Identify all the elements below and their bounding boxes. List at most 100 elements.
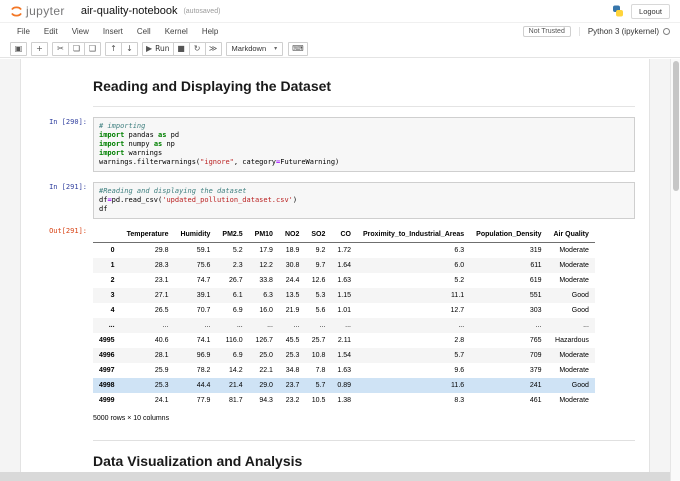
scrollbar-thumb[interactable] xyxy=(672,61,679,191)
row-index: 4996 xyxy=(99,352,115,359)
move-cell-down-icon: ↓ xyxy=(126,44,133,53)
table-cell: 26.7 xyxy=(229,277,243,284)
toolbar-groups: ▣ + ✂ ❏ ❑ ↑ ↓ ▶ Run ■ ↻ ≫ xyxy=(10,41,222,56)
table-cell: 17.9 xyxy=(259,247,273,254)
menu-items: File Edit View Insert Cell Kernel Help xyxy=(10,25,225,38)
cell-type-select[interactable]: Markdown ▾ xyxy=(225,41,284,56)
notebook-title[interactable]: air-quality-notebook xyxy=(81,5,178,17)
table-cell: Moderate xyxy=(559,262,589,269)
table-cell: 25.9 xyxy=(154,367,169,374)
table-cell: 23.1 xyxy=(154,277,169,284)
table-cell: 11.6 xyxy=(451,382,465,389)
table-row[interactable]: 4 26.5 70.7 6.9 16.0 21.9 5.6 1.01 12.7 303 Good xyxy=(93,303,595,318)
row-index: 1 xyxy=(110,262,115,269)
table-cell: 6.9 xyxy=(232,307,243,314)
stop-button[interactable]: ■ xyxy=(172,41,190,56)
command-palette-button[interactable]: ⌨ xyxy=(288,41,308,56)
table-cell: 6.0 xyxy=(454,262,465,269)
menu-help[interactable]: Help xyxy=(195,25,225,38)
table-cell: 12.6 xyxy=(311,277,326,284)
code-line: import pandas as pd xyxy=(99,131,180,139)
markdown-content: Reading and Displaying the Dataset xyxy=(93,72,635,107)
cut-cell-button[interactable]: ✂ xyxy=(52,41,69,56)
dataframe-table: Temperature Humidity PM2.5 PM10 NO2 SO2 CO Prox… xyxy=(93,227,595,408)
table-cell: 1.01 xyxy=(337,307,351,314)
table-cell: 1.72 xyxy=(337,247,351,254)
table-row[interactable]: 4996 28.1 96.9 6.9 25.0 25.3 10.8 1.54 5.7 709 Mod… xyxy=(93,348,595,363)
run-button[interactable]: ▶ Run xyxy=(142,41,174,56)
menu-kernel[interactable]: Kernel xyxy=(158,25,195,38)
menu-cell[interactable]: Cell xyxy=(130,25,158,38)
table-cell: 2.3 xyxy=(232,262,243,269)
copy-cell-button[interactable]: ❏ xyxy=(68,41,85,56)
table-cell: 5.6 xyxy=(315,307,326,314)
table-cell: 16.0 xyxy=(259,307,273,314)
table-cell: 24.4 xyxy=(285,277,300,284)
table-cell: 1.38 xyxy=(337,397,351,404)
chevron-down-icon: ▾ xyxy=(274,46,278,52)
move-cell-up-icon: ↑ xyxy=(110,44,117,53)
menu-edit[interactable]: Edit xyxy=(37,25,65,38)
cell-type-value: Markdown xyxy=(231,44,267,53)
trust-badge[interactable]: Not Trusted xyxy=(522,26,571,37)
table-cell: 29.0 xyxy=(259,382,273,389)
jupyter-logo[interactable]: jupyter xyxy=(10,4,65,18)
input-prompt-291: In [291]: xyxy=(49,183,87,191)
menu-view[interactable]: View xyxy=(65,25,96,38)
vertical-scrollbar[interactable] xyxy=(670,59,680,481)
paste-cell-button[interactable]: ❑ xyxy=(84,41,101,56)
table-cell: 1.15 xyxy=(337,292,351,299)
code-line: # importing xyxy=(99,122,146,130)
table-cell: 70.7 xyxy=(196,307,211,314)
toolbar-group: ✂ ❏ ❑ xyxy=(52,41,101,56)
move-cell-down-button[interactable]: ↓ xyxy=(121,41,138,56)
table-row[interactable]: 4999 24.1 77.9 81.7 94.3 23.2 10.5 1.38 8.3 461 Mo… xyxy=(93,393,595,408)
save-button[interactable]: ▣ xyxy=(10,41,27,56)
table-row[interactable]: 3 27.1 39.1 6.1 6.3 13.5 5.3 1.15 11.1 551 Good xyxy=(93,288,595,303)
restart-run-all-button[interactable]: ≫ xyxy=(204,41,222,56)
jupyter-notebook-app: jupyter air-quality-notebook (autosaved)… xyxy=(0,0,680,481)
jupyter-logo-text: jupyter xyxy=(26,4,65,18)
table-cell: ... xyxy=(267,322,273,329)
table-cell: 9.7 xyxy=(315,262,326,269)
add-cell-button[interactable]: + xyxy=(31,41,48,56)
table-row[interactable]: 2 23.1 74.7 26.7 33.8 24.4 12.6 1.63 5.2 619 Moder… xyxy=(93,273,595,288)
table-cell: 5.7 xyxy=(315,382,326,389)
table-row[interactable]: 4997 25.9 78.2 14.2 22.1 34.8 7.8 1.63 9.6 379 Mod… xyxy=(93,363,595,378)
table-row[interactable]: 0 29.8 59.1 5.2 17.9 18.9 9.2 1.72 6.3 319 Moderat… xyxy=(93,243,595,259)
menu-file[interactable]: File xyxy=(10,25,37,38)
table-row[interactable]: 1 28.3 75.6 2.3 12.2 30.8 9.7 1.64 6.0 611 Moderat… xyxy=(93,258,595,273)
restart-kernel-icon: ↻ xyxy=(193,44,201,53)
table-cell: 5.2 xyxy=(454,277,465,284)
table-cell: 5.3 xyxy=(315,292,326,299)
column-header: Temperature xyxy=(120,227,175,243)
column-header xyxy=(93,227,121,243)
table-cell: 116.0 xyxy=(225,337,243,344)
table-cell: 8.3 xyxy=(454,397,465,404)
table-row[interactable]: 4998 25.3 44.4 21.4 29.0 23.7 5.7 0.89 11.6 241 Go… xyxy=(93,378,595,393)
restart-kernel-button[interactable]: ↻ xyxy=(188,41,206,56)
code-cell-291[interactable]: In [291]: #Reading and displaying the da… xyxy=(21,177,649,224)
table-row[interactable]: 4995 40.6 74.1 116.0 126.7 45.5 25.7 2.11 2.8 765… xyxy=(93,333,595,348)
logout-button[interactable]: Logout xyxy=(631,3,670,19)
table-row[interactable]: ................................. xyxy=(93,318,595,333)
table-cell: 22.1 xyxy=(259,367,273,374)
move-cell-up-button[interactable]: ↑ xyxy=(105,41,122,56)
kernel-indicator[interactable]: Python 3 (ipykernel) xyxy=(578,27,670,36)
table-cell: 6.3 xyxy=(263,292,273,299)
table-cell: Moderate xyxy=(559,247,589,254)
code-cell-290[interactable]: In [290]: # importing import pandas as pd… xyxy=(21,112,649,177)
code-input-291[interactable]: #Reading and displaying the dataset df=pd… xyxy=(93,182,635,219)
code-line: import warnings xyxy=(99,149,163,157)
column-header: PM10 xyxy=(248,227,279,243)
notebook-page: Reading and Displaying the Dataset In [2… xyxy=(0,59,670,481)
table-cell: 6.1 xyxy=(232,292,243,299)
table-cell: 26.5 xyxy=(154,307,169,314)
kernel-name: Python 3 (ipykernel) xyxy=(587,27,659,36)
code-input-290[interactable]: # importing import pandas as pd import num… xyxy=(93,117,635,172)
menu-insert[interactable]: Insert xyxy=(96,25,130,38)
input-prompt-290: In [290]: xyxy=(49,118,87,126)
kernel-status-icon xyxy=(663,28,670,35)
markdown-cell-heading1[interactable]: Reading and Displaying the Dataset xyxy=(21,67,649,112)
menu-bar: File Edit View Insert Cell Kernel Help Not Tru… xyxy=(0,23,680,40)
